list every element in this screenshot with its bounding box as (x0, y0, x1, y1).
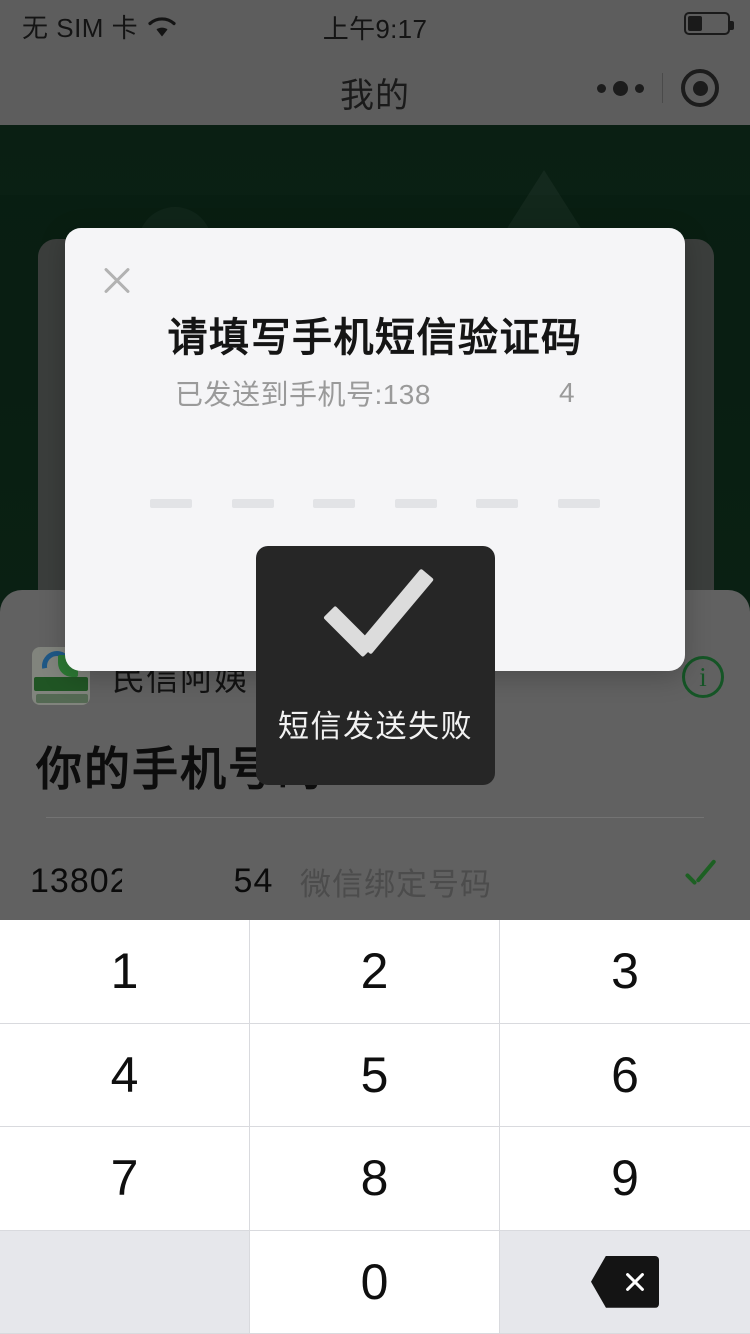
phone-number-suffix: 54 (233, 861, 274, 900)
key-6[interactable]: 6 (500, 1023, 750, 1127)
key-5[interactable]: 5 (250, 1023, 500, 1127)
verification-code-input[interactable] (65, 468, 685, 508)
code-slot[interactable] (150, 499, 192, 508)
check-icon (680, 861, 720, 901)
key-8[interactable]: 8 (250, 1127, 500, 1231)
modal-subtitle-prefix: 已发送到手机号:138 (174, 379, 431, 410)
key-0[interactable]: 0 (250, 1230, 500, 1334)
phone-number-value: 13802 54 (30, 861, 300, 902)
navigation-bar: 我的 (0, 44, 750, 125)
key-backspace[interactable] (500, 1230, 750, 1334)
capsule-close-icon[interactable] (681, 69, 719, 107)
capsule-divider (662, 73, 663, 103)
divider (46, 817, 704, 818)
check-icon (311, 579, 441, 675)
key-1[interactable]: 1 (0, 920, 250, 1024)
modal-subtitle-mask (431, 380, 559, 406)
info-icon[interactable]: i (682, 656, 724, 698)
status-bar: 无 SIM 卡 上午9:17 (0, 0, 750, 44)
code-slot[interactable] (476, 499, 519, 508)
close-icon[interactable] (91, 254, 143, 306)
status-bar-right (684, 12, 734, 35)
more-dots-icon[interactable] (597, 80, 644, 96)
key-blank (0, 1230, 250, 1334)
toast-message: 短信发送失败 (256, 546, 495, 785)
key-4[interactable]: 4 (0, 1023, 250, 1127)
code-slot[interactable] (557, 499, 600, 508)
top-chrome: 无 SIM 卡 上午9:17 我的 (0, 0, 750, 125)
backspace-icon (591, 1255, 659, 1308)
miniprogram-capsule (588, 62, 728, 114)
key-7[interactable]: 7 (0, 1127, 250, 1231)
code-slot[interactable] (394, 499, 437, 508)
phone-number-tag: 微信绑定号码 (300, 866, 492, 902)
phone-number-mask (122, 867, 214, 902)
battery-icon (684, 12, 734, 35)
background-stripe (0, 125, 750, 195)
code-slot[interactable] (313, 499, 356, 508)
numeric-keypad: 1 2 3 4 5 6 7 8 9 0 (0, 920, 750, 1334)
status-bar-time: 上午9:17 (322, 14, 428, 44)
key-2[interactable]: 2 (250, 920, 500, 1024)
key-9[interactable]: 9 (500, 1127, 750, 1231)
code-slot[interactable] (231, 499, 274, 508)
phone-number-prefix: 13802 (30, 861, 130, 900)
modal-title: 请填写手机短信验证码 (167, 316, 583, 360)
toast-text: 短信发送失败 (278, 709, 473, 744)
key-3[interactable]: 3 (500, 920, 750, 1024)
modal-subtitle: 已发送到手机号:138 4 (65, 373, 685, 413)
phone-option-row[interactable]: 13802 54 微信绑定号码 (0, 852, 750, 910)
modal-subtitle-suffix: 4 (558, 377, 576, 408)
